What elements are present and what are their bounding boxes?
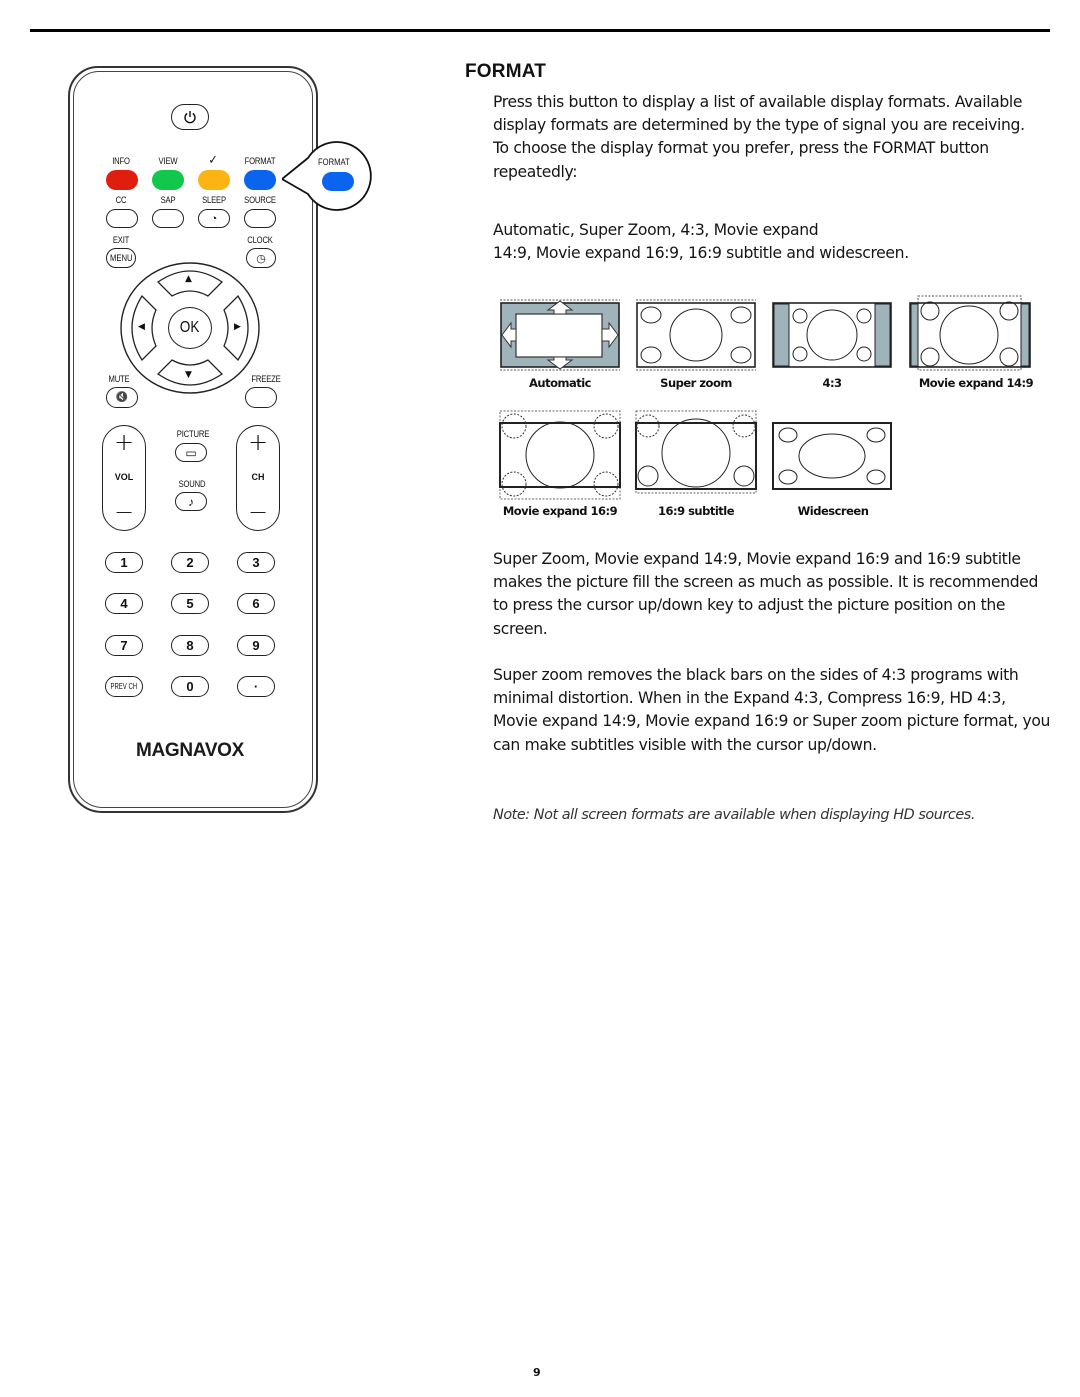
hd-note: Note: Not all screen formats are availab…: [493, 807, 975, 823]
mute-button[interactable]: 🔇: [106, 387, 138, 408]
cc-label: CC: [115, 195, 127, 205]
info-label: INFO: [112, 156, 130, 166]
check-label: ✓: [208, 152, 218, 167]
view-label: VIEW: [158, 156, 178, 166]
picture-icon: ▭: [185, 445, 197, 460]
vol-label: VOL: [114, 472, 134, 482]
left-arrow-button[interactable]: ◀: [138, 322, 145, 332]
picture-label: PICTURE: [176, 429, 210, 439]
widescreen-label: Widescreen: [797, 504, 869, 518]
check-yellow-button[interactable]: [198, 170, 230, 190]
number-1-button[interactable]: 1: [105, 552, 143, 573]
mute-icon: 🔇: [115, 392, 129, 403]
sequence-paragraph: Automatic, Super Zoom, 4:3, Movie expand…: [493, 219, 1053, 265]
remote-illustration: INFO VIEW ✓ FORMAT CC SAP SLEEP SOURCE ◔…: [0, 0, 460, 830]
ok-label: OK: [180, 319, 200, 336]
right-arrow-button[interactable]: ▶: [234, 322, 241, 332]
automatic-label: Automatic: [529, 376, 591, 390]
format-blue-button[interactable]: [244, 170, 276, 190]
super-zoom-label: Super zoom: [660, 376, 732, 390]
16-9-subtitle-format-icon: 16:9 subtitle: [634, 409, 770, 518]
source-label: SOURCE: [244, 195, 276, 205]
view-green-button[interactable]: [152, 170, 184, 190]
clock-label: CLOCK: [247, 235, 273, 245]
info-red-button[interactable]: [106, 170, 138, 190]
source-button[interactable]: [244, 209, 276, 228]
sap-label: SAP: [160, 195, 176, 205]
freeze-label: FREEZE: [251, 374, 281, 384]
channel-rocker: + CH −: [236, 425, 280, 531]
number-7-button[interactable]: 7: [105, 635, 143, 656]
4-3-format-icon: 4:3: [771, 298, 907, 398]
movie-expand-16-9-format-icon: Movie expand 16:9: [497, 409, 633, 518]
down-arrow-button[interactable]: ▼: [185, 370, 192, 380]
sequence-line-1: Automatic, Super Zoom, 4:3, Movie expand: [493, 221, 819, 239]
sleep-timer-icon: ◔: [210, 212, 218, 225]
power-icon: [184, 111, 196, 124]
sap-button[interactable]: [152, 209, 184, 228]
super-zoom-format-icon: Super zoom: [635, 298, 771, 398]
automatic-format-icon: Automatic: [499, 298, 635, 398]
format-label: FORMAT: [244, 156, 276, 166]
page-number: 9: [533, 1366, 541, 1379]
fill-paragraph: Super Zoom, Movie expand 14:9, Movie exp…: [493, 550, 1039, 638]
16-9-subtitle-label: 16:9 subtitle: [657, 504, 735, 518]
number-6-button[interactable]: 6: [237, 593, 275, 614]
prev-ch-label: PREV CH: [110, 682, 138, 691]
choose-text: To choose the display format you prefer,…: [493, 139, 989, 181]
brand-logo: MAGNAVOX: [135, 740, 245, 761]
sleep-button[interactable]: ◔: [198, 209, 230, 228]
number-0-button[interactable]: 0: [171, 676, 209, 697]
number-8-button[interactable]: 8: [171, 635, 209, 656]
power-button[interactable]: [171, 104, 209, 130]
prev-ch-button[interactable]: PREV CH: [105, 676, 143, 697]
movie-expand-14-9-format-icon: Movie expand 14:9: [908, 294, 1044, 394]
channel-down-button[interactable]: −: [237, 500, 279, 524]
number-2-button[interactable]: 2: [171, 552, 209, 573]
widescreen-format-icon: Widescreen: [771, 421, 907, 521]
intro-paragraph: Press this button to display a list of a…: [493, 91, 1053, 184]
number-3-button[interactable]: 3: [237, 552, 275, 573]
freeze-button[interactable]: [245, 387, 277, 408]
number-4-button[interactable]: 4: [105, 593, 143, 614]
exit-label: EXIT: [112, 235, 130, 245]
sound-button[interactable]: ♪: [175, 492, 207, 511]
up-arrow-button[interactable]: ▲: [185, 274, 192, 284]
section-heading: FORMAT: [465, 61, 547, 82]
ok-button[interactable]: OK: [168, 307, 212, 349]
dot-button[interactable]: ·: [237, 676, 275, 697]
picture-button[interactable]: ▭: [175, 443, 207, 462]
cc-button[interactable]: [106, 209, 138, 228]
mute-label: MUTE: [108, 374, 130, 384]
volume-up-button[interactable]: +: [103, 430, 145, 454]
sequence-line-2: 14:9, Movie expand 16:9, 16:9 subtitle a…: [493, 244, 909, 263]
superzoom-paragraph: Super zoom removes the black bars on the…: [493, 666, 1051, 754]
movie-expand-16-9-label: Movie expand 16:9: [502, 504, 618, 518]
number-5-button[interactable]: 5: [171, 593, 209, 614]
ch-label: CH: [251, 472, 265, 482]
volume-rocker: + VOL −: [102, 425, 146, 531]
4-3-label: 4:3: [822, 376, 842, 390]
volume-down-button[interactable]: −: [103, 500, 145, 524]
sound-icon: ♪: [188, 494, 194, 509]
channel-up-button[interactable]: +: [237, 430, 279, 454]
format-callout: FORMAT: [282, 138, 374, 212]
callout-format-label: FORMAT: [318, 157, 350, 167]
movie-expand-14-9-label: Movie expand 14:9: [918, 376, 1034, 390]
callout-format-button: [322, 172, 354, 191]
intro-text: Press this button to display a list of a…: [493, 93, 1025, 135]
sound-label: SOUND: [178, 479, 206, 489]
number-9-button[interactable]: 9: [237, 635, 275, 656]
sleep-label: SLEEP: [202, 195, 226, 205]
